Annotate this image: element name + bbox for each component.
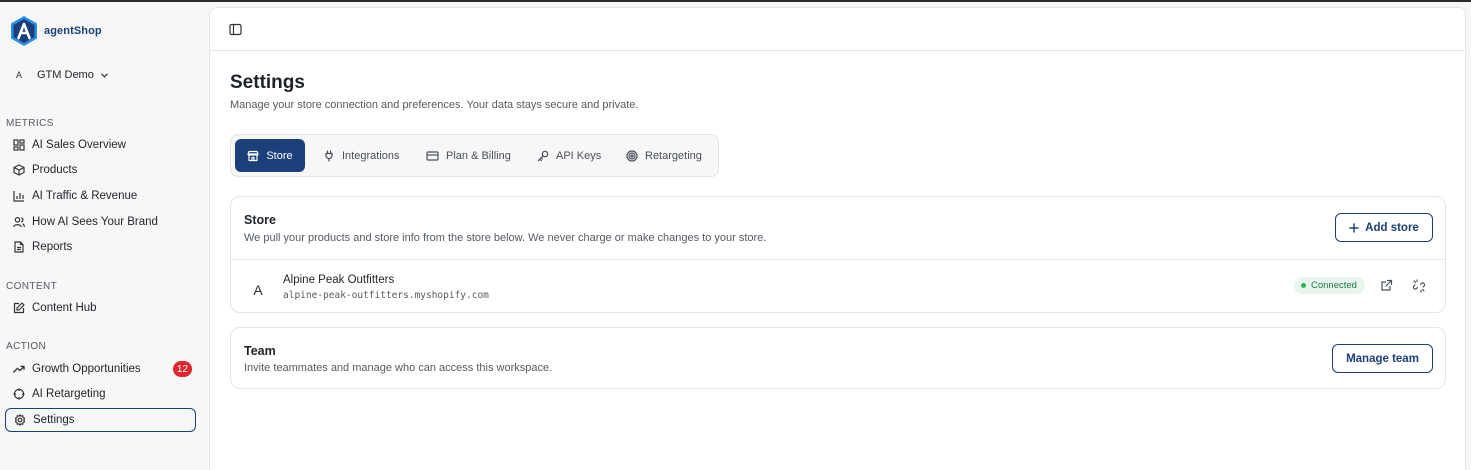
key-icon: [537, 150, 549, 162]
page-subtitle: Manage your store connection and prefere…: [230, 99, 639, 111]
gear-icon: [13, 414, 26, 427]
plus-icon: [1349, 222, 1359, 233]
sidebar: agentShop A GTM Demo METRICS AI Sales Ov…: [0, 2, 209, 470]
sidebar-item-ai-retargeting[interactable]: AI Retargeting: [5, 382, 196, 406]
workspace-name: GTM Demo: [37, 69, 94, 81]
manage-team-button[interactable]: Manage team: [1332, 344, 1433, 373]
sidebar-item-label: AI Sales Overview: [32, 139, 126, 151]
workspace-switcher[interactable]: A GTM Demo: [10, 66, 109, 84]
sidebar-item-ai-traffic-revenue[interactable]: AI Traffic & Revenue: [5, 184, 196, 208]
sidebar-item-reports[interactable]: Reports: [5, 235, 196, 259]
target-icon: [626, 149, 638, 162]
store-domain: alpine-peak-outfitters.myshopify.com: [283, 290, 489, 301]
store-name: Alpine Peak Outfitters: [283, 274, 395, 286]
store-card: Store We pull your products and store in…: [230, 196, 1446, 313]
sidebar-toggle-icon[interactable]: [229, 23, 242, 36]
sidebar-item-settings[interactable]: Settings: [5, 408, 196, 432]
tab-label: Retargeting: [645, 149, 702, 162]
sidebar-item-how-ai-sees-your-brand[interactable]: How AI Sees Your Brand: [5, 210, 196, 234]
sidebar-item-label: Products: [32, 164, 78, 176]
edit-icon: [12, 302, 25, 315]
bar-chart-icon: [12, 190, 25, 203]
trending-up-icon: [12, 363, 25, 376]
sidebar-item-label: Growth Opportunities: [32, 363, 141, 375]
brand-name: agentShop: [44, 25, 102, 37]
file-icon: [12, 241, 25, 254]
sidebar-item-label: Reports: [32, 241, 73, 253]
brand-logo[interactable]: agentShop: [9, 15, 102, 47]
tab-label: Store: [266, 149, 293, 162]
section-label-content: CONTENT: [6, 281, 58, 292]
users-icon: [12, 216, 25, 229]
sidebar-item-label: Content Hub: [32, 302, 97, 314]
tab-retargeting[interactable]: Retargeting: [618, 139, 710, 172]
store-avatar: A: [253, 282, 263, 298]
team-card: Team Invite teammates and manage who can…: [230, 327, 1446, 389]
page-title: Settings: [230, 72, 305, 93]
tab-store[interactable]: Store: [235, 139, 305, 172]
tab-integrations[interactable]: Integrations: [315, 139, 407, 172]
manage-team-label: Manage team: [1346, 352, 1419, 365]
chevron-down-icon: [100, 71, 109, 80]
store-card-title: Store: [244, 213, 276, 227]
tab-plan-billing[interactable]: Plan & Billing: [418, 139, 519, 172]
team-card-title: Team: [244, 344, 276, 358]
sidebar-item-label: Settings: [33, 414, 75, 426]
section-label-action: ACTION: [6, 341, 47, 352]
disconnect-link-icon[interactable]: [1412, 279, 1426, 293]
card-divider: [231, 259, 1445, 260]
add-store-label: Add store: [1365, 221, 1419, 234]
agentshop-logo-icon: [11, 16, 37, 46]
crosshair-icon: [12, 388, 25, 401]
add-store-button[interactable]: Add store: [1335, 213, 1433, 242]
status-badge: Connected: [1294, 277, 1365, 294]
main-panel: Settings Manage your store connection an…: [209, 7, 1466, 470]
section-label-metrics: METRICS: [6, 118, 54, 129]
store-card-description: We pull your products and store info fro…: [244, 232, 767, 244]
workspace-avatar: A: [15, 70, 22, 80]
settings-tabs: Store Integrations Plan & Billing API Ke…: [230, 134, 719, 177]
sidebar-item-content-hub[interactable]: Content Hub: [5, 296, 196, 320]
sidebar-item-products[interactable]: Products: [5, 158, 196, 182]
credit-card-icon: [426, 150, 439, 162]
team-card-description: Invite teammates and manage who can acce…: [244, 362, 553, 374]
notification-count-badge: 12: [172, 361, 192, 377]
main-header: [210, 8, 1465, 51]
sidebar-item-label: How AI Sees Your Brand: [32, 216, 158, 228]
tab-label: Integrations: [342, 149, 400, 162]
box-icon: [12, 164, 25, 177]
status-label: Connected: [1311, 280, 1357, 291]
tab-label: API Keys: [556, 149, 602, 162]
window-top-edge: [0, 0, 1471, 2]
external-link-icon[interactable]: [1380, 279, 1394, 293]
tab-label: Plan & Billing: [446, 149, 511, 162]
plug-icon: [323, 149, 335, 162]
store-icon: [247, 150, 259, 162]
sidebar-item-growth-opportunities[interactable]: Growth Opportunities 12: [5, 357, 196, 381]
sidebar-item-label: AI Traffic & Revenue: [32, 190, 138, 202]
sidebar-item-ai-sales-overview[interactable]: AI Sales Overview: [5, 133, 196, 157]
status-dot: [1301, 283, 1306, 288]
sidebar-item-label: AI Retargeting: [32, 388, 106, 400]
tab-api-keys[interactable]: API Keys: [529, 139, 609, 172]
dashboard-grid-icon: [12, 139, 25, 152]
